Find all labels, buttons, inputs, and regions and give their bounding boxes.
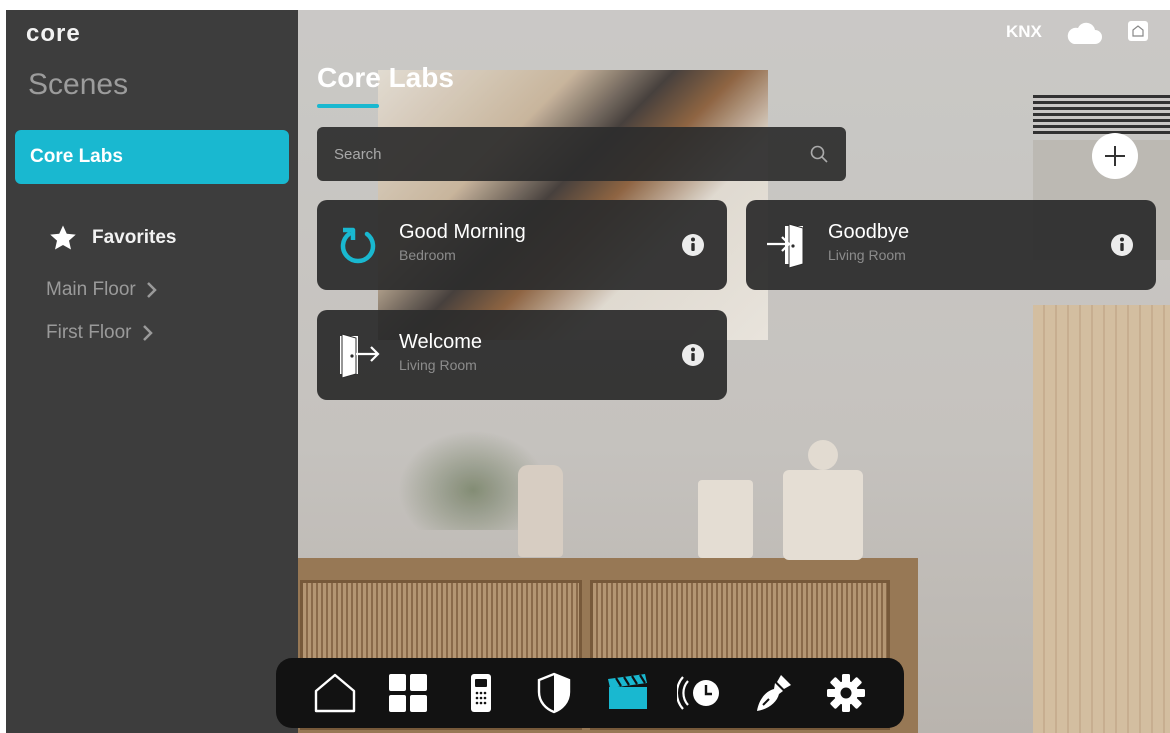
dock-schedule-button[interactable] — [676, 669, 724, 717]
sidebar-item-core-labs[interactable]: Core Labs — [15, 130, 289, 184]
home-icon — [314, 673, 355, 713]
plus-icon — [1105, 146, 1125, 166]
sidebar-item-first-floor[interactable]: First Floor — [46, 322, 154, 344]
knx-status[interactable]: KNX — [1006, 22, 1042, 42]
clapperboard-icon — [607, 674, 647, 709]
floor-label: First Floor — [46, 322, 132, 343]
page-title: Core Labs — [317, 62, 454, 93]
dock-home-button[interactable] — [311, 669, 359, 717]
scene-name: Good Morning — [399, 221, 526, 243]
refresh-icon — [333, 220, 383, 270]
scene-name: Welcome — [399, 331, 482, 353]
logo: core — [26, 20, 81, 47]
chevron-right-icon — [142, 325, 153, 341]
schedule-icon — [676, 676, 719, 710]
door-enter-icon — [762, 220, 812, 270]
sidebar-item-favorites[interactable]: Favorites — [48, 223, 176, 253]
door-exit-icon — [333, 330, 383, 380]
sidebar-item-main-floor[interactable]: Main Floor — [46, 279, 158, 301]
favorites-label: Favorites — [92, 227, 177, 248]
gear-icon — [826, 674, 865, 712]
sidebar: core Scenes Core Labs Favorites Main Flo… — [6, 10, 298, 733]
chevron-right-icon — [146, 282, 157, 298]
section-title: Scenes — [28, 68, 129, 101]
add-scene-button[interactable] — [1092, 133, 1138, 179]
grid-icon — [388, 674, 427, 712]
dock-rooms-button[interactable] — [384, 669, 432, 717]
scene-card-goodbye[interactable]: Goodbye Living Room — [746, 200, 1156, 290]
scene-card-welcome[interactable]: Welcome Living Room — [317, 310, 727, 400]
scene-card-good-morning[interactable]: Good Morning Bedroom — [317, 200, 727, 290]
info-icon[interactable] — [1110, 233, 1134, 257]
app-screen: core Scenes Core Labs Favorites Main Flo… — [6, 10, 1170, 733]
info-icon[interactable] — [681, 343, 705, 367]
intercom-icon — [470, 674, 491, 712]
cleaning-icon — [756, 675, 791, 711]
scene-name: Goodbye — [828, 221, 910, 243]
shield-icon — [537, 672, 570, 714]
dock-scenes-button[interactable] — [603, 669, 651, 717]
scene-room: Living Room — [828, 247, 906, 263]
dock-intercom-button[interactable] — [457, 669, 505, 717]
home-badge-icon[interactable] — [1128, 21, 1148, 41]
dock-cleaning-button[interactable] — [749, 669, 797, 717]
search-icon[interactable] — [809, 144, 829, 164]
star-icon — [50, 225, 76, 250]
dock-security-button[interactable] — [530, 669, 578, 717]
search-input[interactable] — [317, 127, 846, 181]
scene-room: Bedroom — [399, 247, 456, 263]
floor-label: Main Floor — [46, 279, 136, 300]
bottom-dock — [276, 658, 904, 728]
dock-settings-button[interactable] — [822, 669, 870, 717]
scene-room: Living Room — [399, 357, 477, 373]
title-underline — [317, 104, 379, 108]
info-icon[interactable] — [681, 233, 705, 257]
cloud-icon[interactable] — [1064, 18, 1104, 48]
